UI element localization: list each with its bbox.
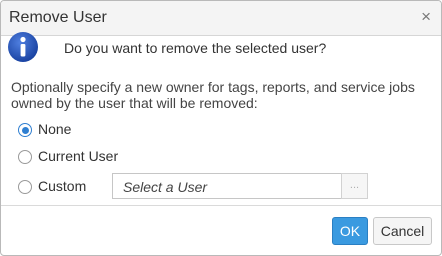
radio-custom[interactable] bbox=[18, 180, 32, 194]
dialog-title: Remove User bbox=[9, 9, 107, 26]
confirmation-question: Do you want to remove the selected user? bbox=[64, 40, 327, 56]
ok-button[interactable]: OK bbox=[332, 217, 368, 245]
close-icon[interactable]: × bbox=[421, 8, 431, 26]
footer-divider bbox=[1, 205, 441, 206]
radio-none-label[interactable]: None bbox=[38, 121, 71, 137]
radio-current-user[interactable] bbox=[18, 150, 32, 164]
cancel-button[interactable]: Cancel bbox=[373, 217, 432, 245]
radio-current-user-label[interactable]: Current User bbox=[38, 148, 118, 164]
radio-none[interactable] bbox=[18, 123, 32, 137]
select-user-input[interactable]: Select a User bbox=[112, 173, 342, 199]
radio-custom-label[interactable]: Custom bbox=[38, 178, 86, 194]
owner-description: Optionally specify a new owner for tags,… bbox=[11, 79, 415, 111]
info-icon bbox=[8, 32, 38, 62]
dialog-titlebar[interactable]: Remove User × bbox=[1, 1, 441, 36]
remove-user-dialog: Remove User × Do you want to remove the … bbox=[0, 0, 442, 256]
browse-users-button[interactable]: ... bbox=[341, 173, 368, 199]
